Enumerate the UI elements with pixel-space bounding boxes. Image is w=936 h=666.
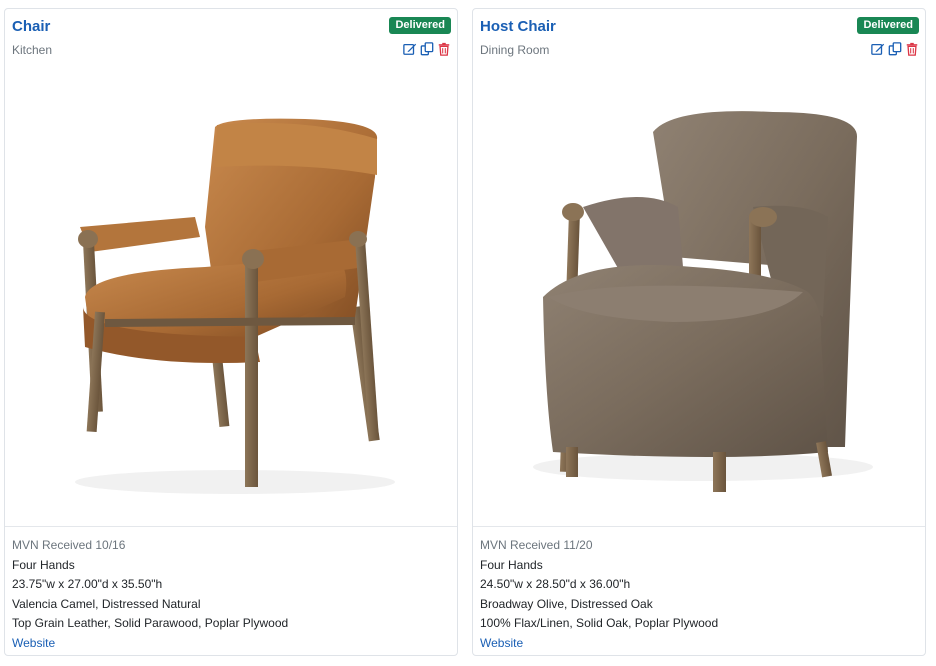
website-link[interactable]: Website [480,636,523,650]
edit-icon[interactable] [871,42,885,56]
edit-icon[interactable] [403,42,417,56]
room-label: Dining Room [480,43,550,57]
product-card: Chair Kitchen Delivered MVN Received 10/… [4,8,458,656]
finish: Valencia Camel, Distressed Natural [12,596,201,611]
vendor-name: Four Hands [480,557,543,572]
product-title-link[interactable]: Chair [12,18,50,35]
upholstered-armchair-image [533,111,873,492]
dimensions: 23.75"w x 27.00"d x 35.50"h [12,577,163,591]
product-card: Host Chair Dining Room Delivered MVN Rec… [472,8,926,656]
card-actions [871,42,919,58]
product-details: MVN Received 11/20 Four Hands 24.50"w x … [473,526,925,655]
materials: Top Grain Leather, Solid Parawood, Popla… [12,616,289,630]
copy-icon[interactable] [888,42,902,56]
product-image[interactable] [473,67,925,527]
copy-icon[interactable] [420,42,434,56]
product-title-link[interactable]: Host Chair [480,18,556,35]
delete-icon[interactable] [437,42,451,56]
website-link[interactable]: Website [12,636,55,650]
status-badge: Delivered [389,17,451,34]
product-details: MVN Received 10/16 Four Hands 23.75"w x … [5,526,457,655]
product-image[interactable] [5,67,457,527]
room-label: Kitchen [12,43,53,57]
vendor-name: Four Hands [12,557,75,572]
dimensions: 24.50"w x 28.50"d x 36.00"h [480,577,631,591]
received-date: MVN Received 10/16 [12,538,126,552]
card-actions [403,42,451,58]
received-date: MVN Received 11/20 [480,538,593,552]
delete-icon[interactable] [905,42,919,56]
finish: Broadway Olive, Distressed Oak [480,596,653,611]
status-badge: Delivered [857,17,919,34]
leather-armchair-image [75,118,395,494]
materials: 100% Flax/Linen, Solid Oak, Poplar Plywo… [480,616,719,630]
